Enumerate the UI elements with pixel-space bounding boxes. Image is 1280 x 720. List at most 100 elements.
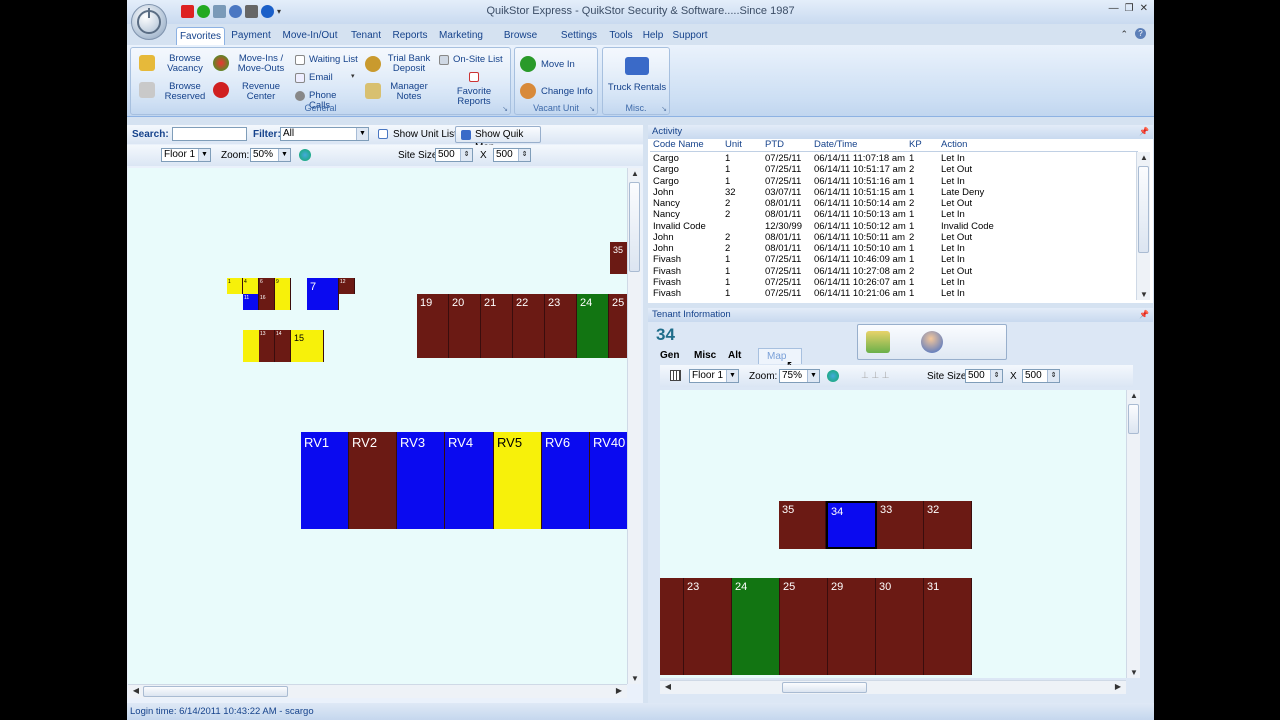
pin-icon[interactable]: 📌 (1139, 308, 1149, 321)
tab-reports[interactable]: Reports (392, 27, 428, 45)
dialog-launcher-icon[interactable]: ↘ (502, 105, 508, 113)
unit-22[interactable]: 22 (513, 294, 545, 358)
unit-35[interactable]: 35 (610, 242, 628, 274)
spinner-icon[interactable]: ⇕ (1047, 370, 1059, 382)
site-width-input[interactable]: 500 ⇕ (965, 369, 1003, 383)
chevron-down-icon[interactable]: ▼ (726, 370, 738, 382)
activity-row[interactable]: Cargo 1 07/25/11 06/14/11 10:51:17 am 2 Let O… (650, 164, 1136, 175)
scroll-up-icon[interactable]: ▲ (1137, 153, 1151, 162)
collapse-ribbon-icon[interactable]: ⌃ (1120, 29, 1128, 40)
unit-24[interactable]: 24 (732, 578, 780, 675)
site-height-input[interactable]: 500 ⇕ (493, 148, 531, 162)
tab-gen[interactable]: Gen (656, 348, 690, 364)
align-icons[interactable]: ⊥ ⊥ ⊥ (861, 370, 890, 381)
scroll-thumb[interactable] (1138, 166, 1149, 253)
unit-13[interactable]: 13 (259, 330, 275, 362)
dialog-launcher-icon[interactable]: ↘ (589, 105, 595, 113)
activity-row[interactable]: John 2 08/01/11 06/14/11 10:50:10 am 1 Let In (650, 243, 1136, 254)
activity-row[interactable]: Invalid Code 12/30/99 06/14/11 10:50:12 am… (650, 221, 1136, 232)
tenant-map-horizontal-scrollbar[interactable]: ◀ ▶ (660, 680, 1126, 694)
unit-12[interactable]: 12 (339, 278, 355, 294)
unit-23[interactable]: 23 (545, 294, 577, 358)
unit-25[interactable]: 25 (609, 294, 628, 358)
activity-row[interactable]: Nancy 2 08/01/11 06/14/11 10:50:13 am 1 Let I… (650, 209, 1136, 220)
move-in-button[interactable]: Move In (541, 60, 581, 70)
unit-23[interactable]: 23 (684, 578, 732, 675)
unit-rv6[interactable]: RV6 (542, 432, 590, 529)
unit-6[interactable]: 6 (259, 278, 275, 294)
column-code-name[interactable]: Code Name (653, 139, 704, 150)
zoom-select[interactable]: 75% ▼ (779, 369, 820, 383)
revenue-center-button[interactable]: Revenue Center (237, 82, 285, 102)
scroll-thumb[interactable] (782, 682, 867, 693)
unit-4[interactable]: 4 (243, 278, 259, 294)
tab-tenant[interactable]: Tenant (349, 27, 383, 45)
unit-19[interactable]: 19 (417, 294, 449, 358)
tab-support[interactable]: Support (672, 27, 708, 45)
move-ins-outs-button[interactable]: Move-Ins / Move-Outs (237, 54, 285, 74)
help-icon[interactable]: ? (1135, 28, 1146, 39)
unit-32[interactable]: 32 (924, 501, 972, 549)
activity-row[interactable]: Fivash 1 07/25/11 06/14/11 10:46:09 am 1 Let … (650, 254, 1136, 265)
maximize-button[interactable]: ❐ (1125, 3, 1134, 14)
tab-misc[interactable]: Misc (690, 348, 724, 364)
unit-24[interactable]: 24 (577, 294, 609, 358)
floor-select[interactable]: Floor 1 ▼ (689, 369, 739, 383)
unit-rv1[interactable]: RV1 (301, 432, 349, 529)
show-quik-map-button[interactable]: Show Quik Map (455, 126, 541, 153)
scroll-thumb[interactable] (143, 686, 288, 697)
app-menu-orb-button[interactable] (131, 4, 167, 40)
activity-vertical-scrollbar[interactable]: ▲ ▼ (1136, 152, 1150, 300)
unit-35[interactable]: 35 (779, 501, 826, 549)
unit-16[interactable]: 16 (259, 294, 275, 310)
browse-reserved-button[interactable]: Browse Reserved (164, 82, 206, 102)
scroll-left-icon[interactable]: ◀ (129, 686, 143, 695)
tenant-info-icon[interactable] (921, 331, 943, 353)
unit-29[interactable]: 29 (828, 578, 876, 675)
column-unit[interactable]: Unit (725, 139, 742, 150)
unit-33[interactable]: 33 (877, 501, 924, 549)
scroll-down-icon[interactable]: ▼ (1127, 668, 1141, 677)
site-height-input[interactable]: 500 ⇕ (1022, 369, 1060, 383)
unit-rv40[interactable]: RV40 (590, 432, 628, 529)
activity-row[interactable]: Fivash 1 07/25/11 06/14/11 10:26:07 am 1 Let … (650, 277, 1136, 288)
spinner-icon[interactable]: ⇕ (460, 149, 472, 161)
column-date-time[interactable]: Date/Time (814, 139, 857, 150)
truck-rentals-button[interactable]: Truck Rentals (605, 83, 669, 93)
tab-alt[interactable]: Alt (724, 348, 758, 364)
site-width-input[interactable]: 500 ⇕ (435, 148, 473, 162)
zoom-select[interactable]: 50% ▼ (250, 148, 291, 162)
unit-7[interactable]: 7 (307, 278, 339, 310)
unit-15[interactable]: 15 (291, 330, 324, 362)
column-action[interactable]: Action (941, 139, 967, 150)
unit-yellow-small[interactable] (243, 330, 259, 362)
unit-20[interactable]: 20 (449, 294, 481, 358)
change-info-button[interactable]: Change Info (541, 87, 593, 97)
scroll-right-icon[interactable]: ▶ (612, 686, 626, 695)
tenant-map-vertical-scrollbar[interactable]: ▲ ▼ (1126, 390, 1140, 678)
tab-browse-data[interactable]: Browse Data (493, 27, 548, 58)
refresh-map-icon[interactable] (299, 149, 311, 161)
map-horizontal-scrollbar[interactable]: ◀ ▶ (128, 684, 627, 698)
activity-row[interactable]: John 32 03/07/11 06/14/11 10:51:15 am 1 Late … (650, 187, 1136, 198)
tab-marketing[interactable]: Marketing (437, 27, 485, 45)
scroll-thumb[interactable] (1128, 404, 1139, 434)
grid-icon[interactable] (670, 370, 681, 381)
spinner-icon[interactable]: ⇕ (990, 370, 1002, 382)
onsite-list-button[interactable]: On-Site List (453, 55, 503, 65)
activity-row[interactable]: Cargo 1 07/25/11 06/14/11 10:51:16 am 1 Let I… (650, 176, 1136, 187)
waiting-list-button[interactable]: Waiting List (309, 55, 359, 65)
tab-move-in-out[interactable]: Move-In/Out (280, 27, 340, 45)
chevron-down-icon[interactable]: ▼ (356, 128, 368, 140)
minimize-button[interactable]: — (1109, 3, 1119, 14)
unit-11[interactable]: 11 (243, 294, 259, 310)
tab-tools[interactable]: Tools (608, 27, 634, 45)
scroll-right-icon[interactable]: ▶ (1111, 682, 1125, 691)
scroll-left-icon[interactable]: ◀ (661, 682, 675, 691)
column-ptd[interactable]: PTD (765, 139, 784, 150)
unit-25[interactable]: 25 (780, 578, 828, 675)
trial-bank-deposit-button[interactable]: Trial Bank Deposit (387, 54, 431, 74)
tab-payment[interactable]: Payment (230, 27, 272, 45)
activity-row[interactable]: Nancy 2 08/01/11 06/14/11 10:50:14 am 2 Let O… (650, 198, 1136, 209)
unit-rv5[interactable]: RV5 (494, 432, 542, 529)
